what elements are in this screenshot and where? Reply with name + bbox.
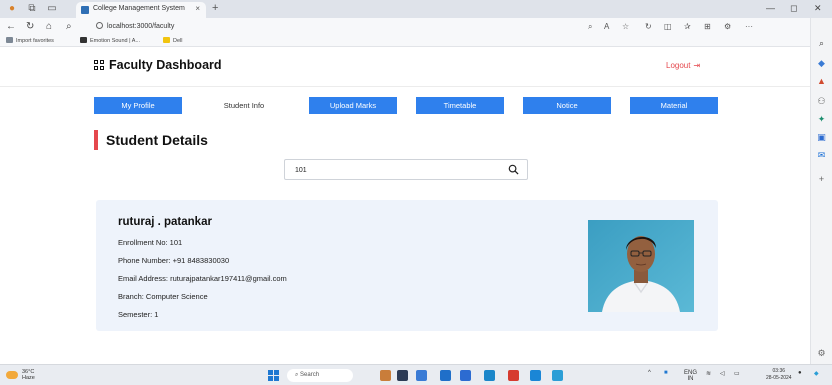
workspaces-icon[interactable]: ⧉ [26, 3, 38, 15]
taskbar-brave-icon[interactable] [508, 370, 519, 381]
home-icon[interactable]: ⌂ [46, 21, 52, 33]
taskbar-app2-icon[interactable] [552, 370, 563, 381]
section-title: Student Details [106, 132, 208, 148]
url-field[interactable]: localhost:3000/faculty [96, 21, 174, 33]
browser-tab[interactable]: College Management System × [76, 2, 206, 18]
student-phone: Phone Number: +91 8483830030 [118, 256, 230, 265]
student-branch: Branch: Computer Science [118, 292, 208, 301]
taskbar-widgets-icon[interactable] [416, 370, 427, 381]
nav-my-profile[interactable]: My Profile [94, 97, 182, 114]
favorite-star-icon[interactable]: ☆ [622, 22, 629, 31]
volume-icon[interactable]: ◁ [720, 370, 725, 377]
bookmarks-bar: Import favorites Emotion Sound | A... De… [0, 36, 832, 47]
extensions-icon[interactable]: ⚙ [724, 22, 731, 31]
tab-actions-icon[interactable]: ▭ [46, 3, 58, 15]
bookmark-site-icon [80, 37, 87, 43]
profile-icon[interactable]: ● [6, 3, 18, 15]
refresh-icon[interactable]: ↻ [26, 21, 34, 33]
dashboard-grid-icon [94, 59, 105, 71]
taskbar-search[interactable]: ⌕ Search [287, 369, 353, 382]
weather-widget[interactable]: 36°C Haze [6, 369, 35, 381]
sidebar-search-icon[interactable]: ⌕ [816, 38, 827, 49]
address-search-icon-right[interactable]: ⌕ [588, 22, 592, 32]
taskbar-explorer-icon[interactable] [460, 370, 471, 381]
taskbar-vscode-icon[interactable] [484, 370, 495, 381]
favorites-icon[interactable]: ✰ [684, 22, 691, 31]
nav-material[interactable]: Material [630, 97, 718, 114]
sidebar-outlook-icon[interactable]: ✉ [816, 150, 827, 161]
copilot-taskbar-icon[interactable]: ◆ [814, 370, 819, 377]
address-bar-row: ← ↻ ⌂ ⌕ localhost:3000/faculty ⌕ A ☆ ↻ ◫… [0, 18, 832, 36]
taskbar-browser-icon[interactable] [530, 370, 541, 381]
site-info-icon[interactable] [96, 22, 103, 29]
tray-app-icon[interactable]: ■ [664, 370, 668, 376]
weather-desc: Haze [22, 375, 35, 381]
nav-notice[interactable]: Notice [523, 97, 611, 114]
student-details-card: ruturaj . patankar Enrollment No: 101 Ph… [96, 200, 718, 331]
dashboard-title: Faculty Dashboard [109, 58, 222, 72]
enrollment-search-box [284, 159, 528, 180]
folder-icon [6, 37, 13, 43]
collections-icon[interactable]: ⊞ [704, 22, 711, 31]
browser-tab-strip: ● ⧉ ▭ College Management System × + — ◻ … [0, 0, 832, 18]
student-semester: Semester: 1 [118, 310, 159, 319]
logout-label: Logout [666, 61, 691, 70]
tab-title: College Management System [93, 5, 185, 12]
close-window-icon[interactable]: ✕ [814, 3, 822, 14]
tab-close-icon[interactable]: × [195, 4, 200, 13]
bookmark-dell[interactable]: Dell [163, 37, 182, 46]
tray-chevron-icon[interactable]: ^ [648, 370, 651, 376]
heading-accent-bar [94, 130, 98, 150]
new-tab-button[interactable]: + [212, 2, 218, 14]
more-options-icon[interactable]: ··· [745, 22, 753, 31]
search-icon[interactable] [508, 164, 519, 175]
student-name: ruturaj . patankar [118, 216, 212, 228]
nav-timetable[interactable]: Timetable [416, 97, 504, 114]
sidebar-tools-icon[interactable]: ▲ [816, 76, 827, 87]
back-icon[interactable]: ← [6, 21, 16, 33]
weather-icon [6, 371, 18, 379]
student-photo [588, 220, 694, 312]
windows-taskbar: 36°C Haze ⌕ Search ^ ■ ENG IN ≋ ◁ ▭ 03:3… [0, 364, 832, 385]
taskbar-edge-icon[interactable] [440, 370, 451, 381]
sidebar-office-icon[interactable]: ▣ [816, 132, 827, 143]
logout-button[interactable]: Logout ⇥ [666, 61, 700, 70]
nav-student-info[interactable]: Student Info [200, 97, 288, 114]
split-screen-icon[interactable]: ◫ [664, 22, 672, 31]
section-heading: Student Details [94, 130, 208, 150]
taskbar-search-label: Search [300, 372, 320, 378]
sidebar-games-icon[interactable]: ✦ [816, 114, 827, 125]
tab-favicon-icon [81, 6, 89, 14]
taskbar-task-view-icon[interactable] [397, 370, 408, 381]
folder-icon [163, 37, 170, 43]
minimize-icon[interactable]: — [766, 3, 775, 13]
url-text: localhost:3000/faculty [107, 23, 175, 30]
bookmark-import-favorites[interactable]: Import favorites [6, 37, 54, 46]
maximize-icon[interactable]: ◻ [790, 3, 797, 14]
student-enrollment: Enrollment No: 101 [118, 238, 183, 247]
read-aloud-icon[interactable]: A [604, 22, 609, 31]
nav-upload-marks[interactable]: Upload Marks [309, 97, 397, 114]
sidebar-people-icon[interactable]: ⚇ [816, 96, 827, 107]
logout-icon: ⇥ [693, 61, 701, 70]
refresh-extension-icon[interactable]: ↻ [645, 22, 652, 31]
sidebar-settings-icon[interactable]: ⚙ [816, 348, 827, 359]
notification-icon[interactable]: ● [798, 370, 802, 376]
taskbar-clock[interactable]: 03:36 28-05-2024 [766, 368, 792, 382]
browser-sidebar: ⌕ ◆ ▲ ⚇ ✦ ▣ ✉ + ⚙ [810, 18, 832, 364]
tray-language[interactable]: ENG IN [684, 370, 697, 382]
windows-start-icon[interactable] [268, 370, 279, 381]
sidebar-add-icon[interactable]: + [816, 174, 827, 185]
enrollment-search-input[interactable] [295, 163, 495, 177]
address-search-icon: ⌕ [66, 21, 72, 32]
student-email: Email Address: ruturajpatankar197411@gma… [118, 274, 287, 283]
dashboard-header: Faculty Dashboard Logout ⇥ [0, 47, 810, 87]
bookmark-emotion-sound[interactable]: Emotion Sound | A... [80, 37, 140, 46]
battery-icon[interactable]: ▭ [734, 370, 740, 377]
wifi-icon[interactable]: ≋ [706, 370, 711, 377]
dashboard-brand: Faculty Dashboard [94, 58, 222, 72]
faculty-dashboard-page: Faculty Dashboard Logout ⇥ My Profile Stu… [0, 47, 810, 364]
taskbar-app-icon[interactable] [380, 370, 391, 381]
sidebar-shopping-icon[interactable]: ◆ [816, 58, 827, 69]
